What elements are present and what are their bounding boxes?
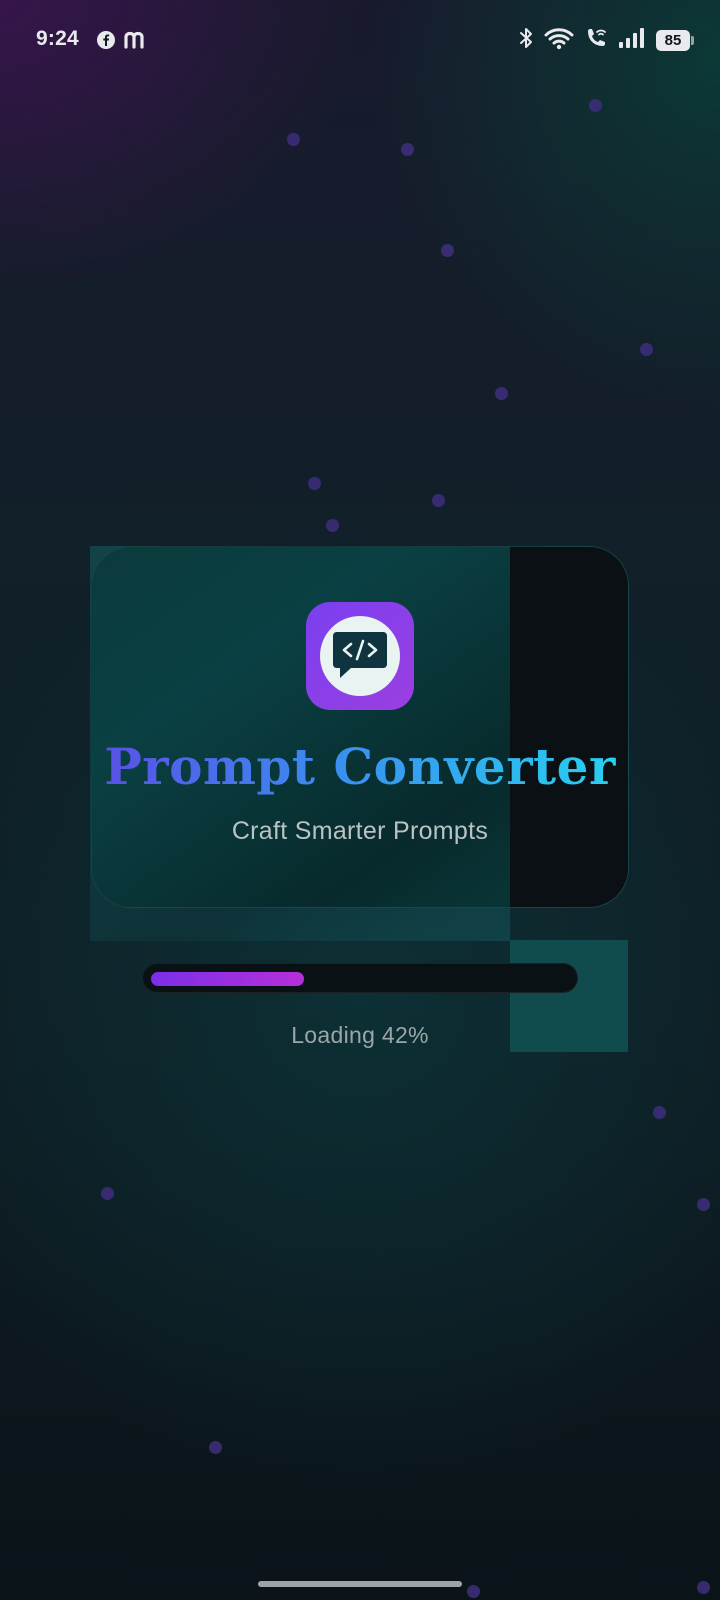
bluetooth-icon bbox=[518, 26, 534, 55]
card-shadow-strip bbox=[510, 547, 628, 907]
home-indicator[interactable] bbox=[258, 1581, 462, 1587]
background-particle bbox=[697, 1198, 710, 1211]
splash-card: Prompt Converter Craft Smarter Prompts bbox=[91, 546, 629, 908]
facebook-icon bbox=[96, 30, 116, 55]
background-particle bbox=[441, 244, 454, 257]
background-particle bbox=[589, 99, 602, 112]
system-icons: 85 bbox=[518, 26, 694, 55]
battery-indicator: 85 bbox=[656, 30, 694, 51]
code-chat-bubble-icon bbox=[329, 626, 391, 687]
app-title: Prompt Converter bbox=[92, 737, 628, 796]
background-particle bbox=[467, 1585, 480, 1598]
background-particle bbox=[640, 343, 653, 356]
wifi-icon bbox=[544, 26, 574, 55]
background-particle bbox=[287, 133, 300, 146]
background-particle bbox=[326, 519, 339, 532]
status-bar: 9:24 85 bbox=[0, 0, 720, 84]
m-app-icon bbox=[124, 31, 146, 54]
background-particle bbox=[308, 477, 321, 490]
status-time: 9:24 bbox=[36, 27, 79, 50]
background-particle bbox=[432, 494, 445, 507]
signal-icon bbox=[618, 27, 646, 54]
background-particle bbox=[697, 1581, 710, 1594]
loading-progress-fill bbox=[151, 972, 304, 986]
background-particle bbox=[495, 387, 508, 400]
background-particle bbox=[401, 143, 414, 156]
loading-label: Loading 42% bbox=[291, 1022, 429, 1048]
app-tagline: Craft Smarter Prompts bbox=[231, 817, 489, 845]
app-logo bbox=[306, 602, 414, 710]
background-particle bbox=[653, 1106, 666, 1119]
background-particle bbox=[101, 1187, 114, 1200]
wifi-calling-icon bbox=[584, 26, 608, 55]
logo-badge bbox=[320, 616, 400, 696]
background-particle bbox=[209, 1441, 222, 1454]
notification-icons bbox=[96, 30, 146, 55]
loading-progress-bar bbox=[142, 963, 578, 993]
